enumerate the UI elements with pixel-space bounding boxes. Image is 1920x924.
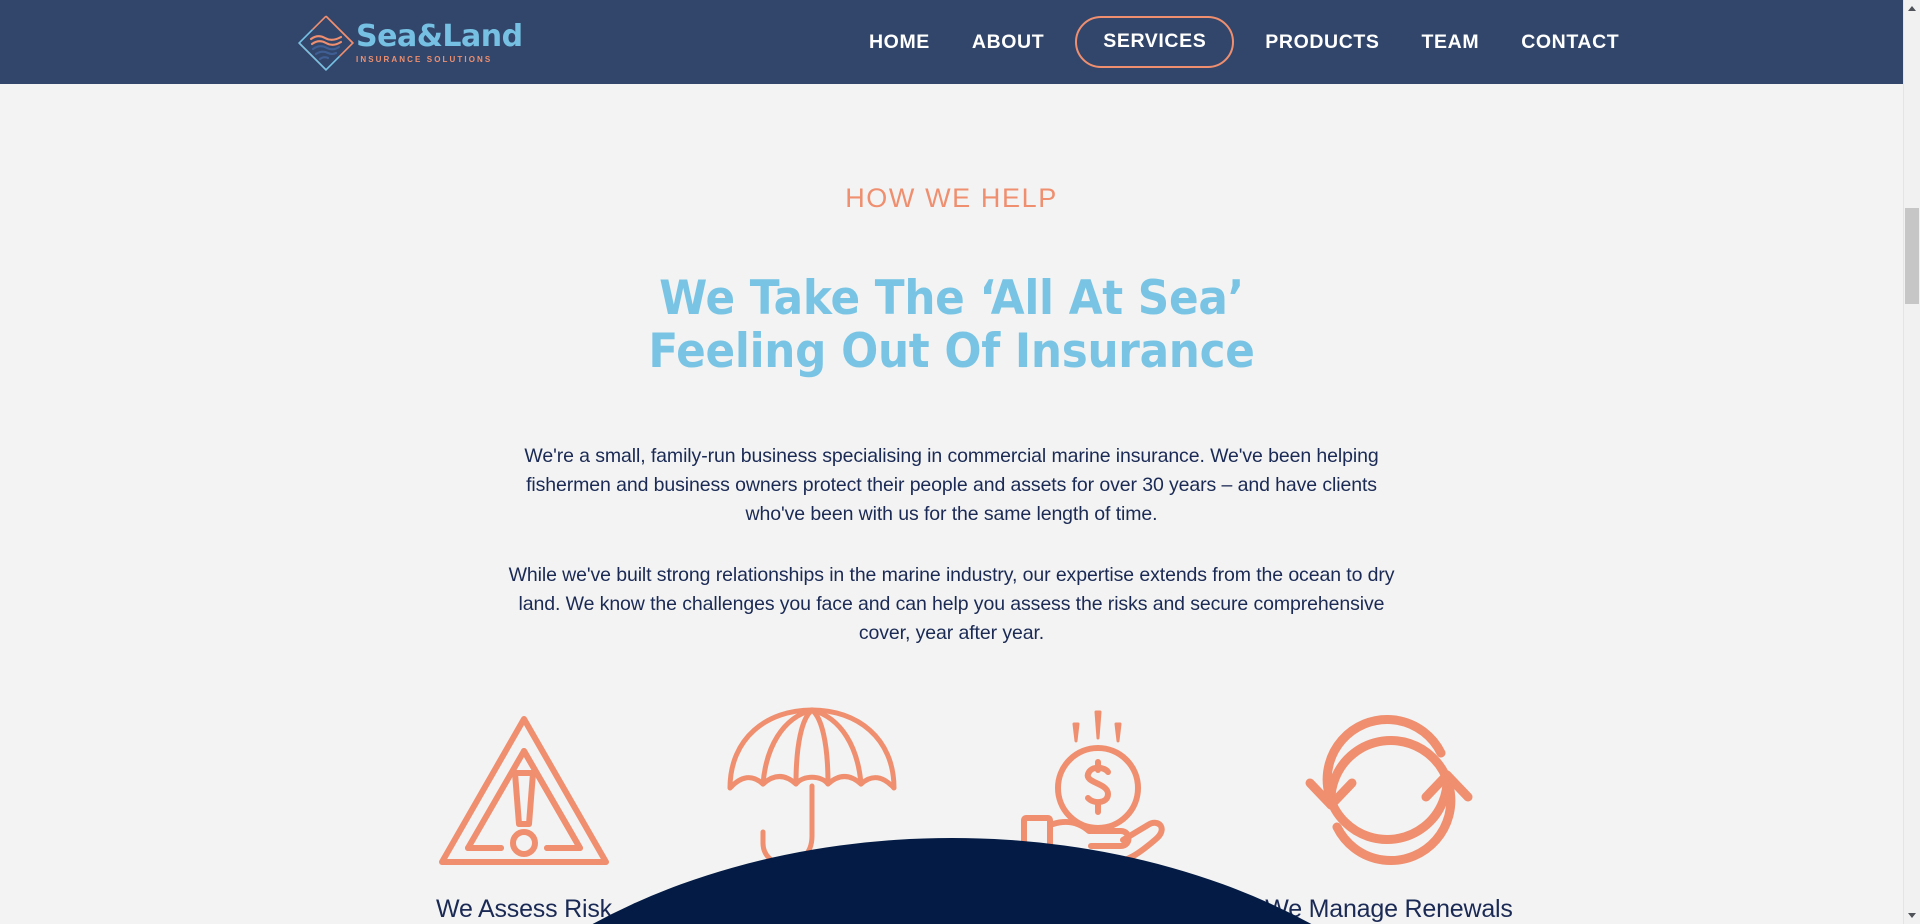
feature-list: We Assess Risk We Negotiate Cover We Pro… [387, 695, 1517, 924]
page-title: We Take The ‘All At Sea’ Feeling Out Of … [67, 272, 1837, 378]
site-logo[interactable]: Sea&Land INSURANCE SOLUTIONS [298, 15, 523, 71]
intro-paragraph-1: We're a small, family-run business speci… [524, 445, 1379, 525]
refresh-cycle-arrows-icon [1301, 695, 1477, 885]
intro-copy: We're a small, family-run business speci… [497, 442, 1407, 647]
headline-line-1: We Take The ‘All At Sea’ [659, 271, 1244, 326]
browser-scrollbar[interactable] [1903, 0, 1920, 924]
logo-tagline: INSURANCE SOLUTIONS [356, 54, 493, 64]
nav-item-about[interactable]: ABOUT [951, 0, 1065, 84]
main-navigation: HOME ABOUT SERVICES PRODUCTS TEAM CONTAC… [848, 0, 1640, 84]
feature-we-negotiate-cover[interactable]: We Negotiate Cover [685, 695, 940, 924]
feature-we-manage-renewals[interactable]: We Manage Renewals [1261, 695, 1516, 924]
nav-item-contact[interactable]: CONTACT [1500, 0, 1640, 84]
umbrella-icon [722, 695, 902, 885]
scroll-up-arrow-icon[interactable] [1904, 0, 1920, 17]
nav-item-services[interactable]: SERVICES [1075, 16, 1235, 68]
diamond-wave-logo-icon [298, 15, 354, 71]
nav-item-products[interactable]: PRODUCTS [1244, 0, 1400, 84]
hand-holding-coin-icon [1011, 695, 1191, 885]
feature-label: We Negotiate Cover [701, 895, 923, 924]
intro-paragraph-2: While we've built strong relationships i… [508, 563, 1395, 644]
scroll-down-arrow-glyph [1908, 913, 1916, 918]
logo-wordmark: Sea&Land INSURANCE SOLUTIONS [356, 22, 523, 64]
headline-line-2: Feeling Out Of Insurance [648, 324, 1255, 380]
feature-we-process-claims[interactable]: We Process Claims [973, 695, 1228, 924]
feature-label: We Process Claims [993, 895, 1208, 924]
scroll-down-arrow-icon[interactable] [1904, 907, 1920, 924]
scrollbar-thumb[interactable] [1905, 208, 1919, 304]
site-header: Sea&Land INSURANCE SOLUTIONS HOME ABOUT … [0, 0, 1903, 84]
nav-item-home[interactable]: HOME [848, 0, 951, 84]
feature-label: We Manage Renewals [1265, 895, 1513, 924]
page-viewport: Sea&Land INSURANCE SOLUTIONS HOME ABOUT … [0, 0, 1903, 924]
section-eyebrow: HOW WE HELP [845, 183, 1058, 213]
main-content: HOW WE HELP We Take The ‘All At Sea’ Fee… [0, 84, 1903, 924]
feature-label: We Assess Risk [436, 895, 612, 924]
nav-item-team[interactable]: TEAM [1401, 0, 1501, 84]
warning-triangle-icon [434, 695, 614, 885]
logo-name: Sea&Land [356, 19, 523, 55]
scroll-up-arrow-glyph [1908, 6, 1916, 11]
feature-we-assess-risk[interactable]: We Assess Risk [397, 695, 652, 924]
